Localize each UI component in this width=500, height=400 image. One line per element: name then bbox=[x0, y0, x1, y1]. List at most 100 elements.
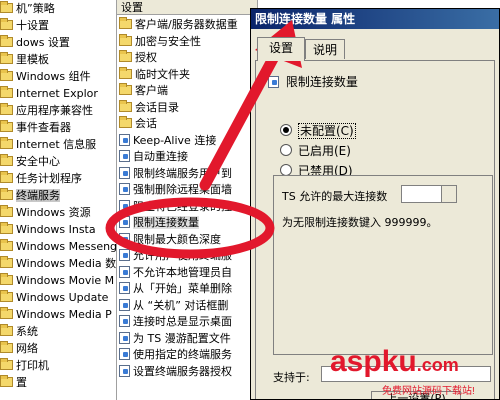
list-item[interactable]: 允许用户使用终端服 bbox=[119, 248, 232, 263]
folder-icon bbox=[0, 69, 13, 81]
list-item[interactable]: 限制终端服务用户到 bbox=[119, 166, 232, 181]
tree-item[interactable]: 十设置 bbox=[0, 18, 49, 34]
properties-dialog: 限制连接数量 属性 设置 说明 限制连接数量 未配置(C) 已启用(E) 已禁用… bbox=[250, 8, 500, 400]
list-item[interactable]: 连接时总是显示桌面 bbox=[119, 314, 232, 329]
tree-item[interactable]: Windows Insta bbox=[0, 222, 96, 238]
tree-item-label: Windows Update bbox=[16, 291, 109, 304]
list-item-label: 会话 bbox=[135, 117, 157, 130]
tree-item-label: Windows Movie M bbox=[16, 274, 115, 287]
tree-item[interactable]: 系统 bbox=[0, 324, 38, 340]
folder-icon bbox=[0, 137, 13, 149]
tree-item[interactable]: 机”策略 bbox=[0, 1, 55, 17]
list-item-label: 限制连接数量 bbox=[133, 216, 199, 229]
max-connections-spinner[interactable] bbox=[401, 185, 457, 203]
radio-enabled[interactable]: 已启用(E) bbox=[280, 143, 351, 159]
list-item[interactable]: 强制删除远程桌面墙 bbox=[119, 182, 232, 197]
tree-item[interactable]: 里模板 bbox=[0, 52, 49, 68]
folder-icon bbox=[0, 256, 13, 268]
folder-icon bbox=[119, 116, 132, 128]
folder-icon bbox=[0, 324, 13, 336]
tree-item[interactable]: 打印机 bbox=[0, 358, 49, 374]
folder-icon bbox=[0, 290, 13, 302]
folder-icon bbox=[0, 86, 13, 98]
radio-button-icon bbox=[280, 144, 292, 156]
tree-item[interactable]: 网络 bbox=[0, 341, 38, 357]
tree-item[interactable]: 任务计划程序 bbox=[0, 171, 82, 187]
folder-icon bbox=[0, 222, 13, 234]
list-item[interactable]: 从 “关机” 对话框删 bbox=[119, 298, 228, 313]
list-item-label: 使用指定的终端服务 bbox=[133, 348, 232, 361]
watermark-subtitle: 免费网站源码下载站! bbox=[382, 386, 475, 397]
list-item[interactable]: 限制连接数量 bbox=[119, 215, 199, 230]
tree-item-label: Windows Media 数 bbox=[16, 257, 117, 270]
tree-item[interactable]: dows 设置 bbox=[0, 35, 70, 51]
dialog-title[interactable]: 限制连接数量 属性 bbox=[251, 9, 499, 29]
list-item[interactable]: 限制最大颜色深度 bbox=[119, 232, 221, 247]
folder-icon bbox=[0, 307, 13, 319]
column-header-settings[interactable]: 设置 bbox=[117, 0, 257, 15]
folder-icon bbox=[119, 50, 132, 62]
list-item[interactable]: 客户端/服务器数据重 bbox=[119, 17, 238, 32]
tree-item[interactable]: Windows 资源 bbox=[0, 205, 91, 221]
list-item-label: 客户端/服务器数据重 bbox=[135, 18, 238, 31]
list-item[interactable]: 加密与安全性 bbox=[119, 33, 201, 49]
policy-icon bbox=[119, 265, 130, 278]
list-item-label: 自动重连接 bbox=[133, 150, 188, 163]
tree-item-label: 任务计划程序 bbox=[16, 172, 82, 185]
max-connections-hint: 为无限制连接数键入 999999。 bbox=[282, 216, 438, 229]
policy-icon bbox=[119, 216, 130, 228]
tree-item[interactable]: Internet Explor bbox=[0, 86, 98, 102]
tree-item[interactable]: 事件查看器 bbox=[0, 120, 71, 136]
tree-item[interactable]: Windows Media 数 bbox=[0, 256, 116, 272]
tree-item[interactable]: 终端服务 bbox=[0, 188, 60, 204]
tree-item-label: 十设置 bbox=[16, 19, 49, 32]
list-item[interactable]: 不允许本地管理员自 bbox=[119, 265, 232, 280]
tree-item-label: dows 设置 bbox=[16, 36, 70, 49]
tree-item-label: 系统 bbox=[16, 325, 38, 338]
radio-not-configured[interactable]: 未配置(C) bbox=[280, 123, 356, 139]
tab-settings[interactable]: 设置 bbox=[257, 37, 305, 61]
tree-item-label: 安全中心 bbox=[16, 155, 60, 168]
max-connections-label: TS 允许的最大连接数 bbox=[282, 190, 388, 203]
list-item[interactable]: 使用指定的终端服务 bbox=[119, 347, 232, 362]
list-item[interactable]: 自动重连接 bbox=[119, 149, 188, 164]
tab-explain[interactable]: 说明 bbox=[305, 39, 345, 59]
policy-icon bbox=[119, 249, 130, 261]
policy-name: 限制连接数量 bbox=[285, 75, 358, 89]
list-item[interactable]: Keep-Alive 连接 bbox=[119, 133, 216, 148]
folder-icon bbox=[0, 103, 13, 115]
tree-item[interactable]: 安全中心 bbox=[0, 154, 60, 170]
tree-item-label: 打印机 bbox=[16, 359, 49, 372]
tree-item[interactable]: Windows Messeng bbox=[0, 239, 116, 255]
tree-item-label: Windows Insta bbox=[16, 223, 96, 236]
list-item[interactable]: 阻止将已经登录的控 bbox=[119, 199, 232, 214]
list-item[interactable]: 从「开始」菜单删除 bbox=[119, 281, 232, 296]
folder-icon bbox=[0, 35, 13, 47]
tree-item-label: 事件查看器 bbox=[16, 121, 71, 134]
tree-item[interactable]: 应用程序兼容性 bbox=[0, 103, 93, 119]
list-item[interactable]: 会话 bbox=[119, 116, 157, 131]
tree-item[interactable]: Windows Media P bbox=[0, 307, 112, 323]
spin-buttons-icon[interactable] bbox=[441, 186, 456, 202]
tree-item[interactable]: Windows Update bbox=[0, 290, 108, 306]
tree-item[interactable]: Windows 组件 bbox=[0, 69, 91, 85]
policy-icon bbox=[119, 133, 130, 146]
list-item-label: Keep-Alive 连接 bbox=[133, 133, 217, 147]
settings-list: 设置 客户端/服务器数据重加密与安全性 授权 临时文件夹 客户端 会话目录会话 Keep-… bbox=[117, 0, 258, 400]
policy-icon bbox=[119, 348, 130, 360]
list-item[interactable]: 为 TS 漫游配置文件 bbox=[119, 331, 231, 346]
list-item[interactable]: 会话目录 bbox=[119, 99, 179, 115]
list-item[interactable]: 设置终端服务器授权 bbox=[119, 364, 232, 379]
list-item-label: 强制删除远程桌面墙 bbox=[133, 183, 232, 196]
list-item[interactable]: 授权 bbox=[119, 50, 157, 65]
list-item[interactable]: 客户端 bbox=[119, 83, 168, 98]
tree-item[interactable]: Internet 信息服 bbox=[0, 137, 96, 153]
policy-icon bbox=[119, 331, 130, 344]
tree-item[interactable]: 置 bbox=[0, 375, 27, 391]
policy-header: 限制连接数量 bbox=[268, 73, 358, 90]
folder-icon bbox=[119, 99, 132, 112]
folder-icon bbox=[0, 375, 13, 387]
policy-icon bbox=[119, 315, 130, 327]
tree-item[interactable]: Windows Movie M bbox=[0, 273, 114, 289]
list-item[interactable]: 临时文件夹 bbox=[119, 66, 190, 82]
